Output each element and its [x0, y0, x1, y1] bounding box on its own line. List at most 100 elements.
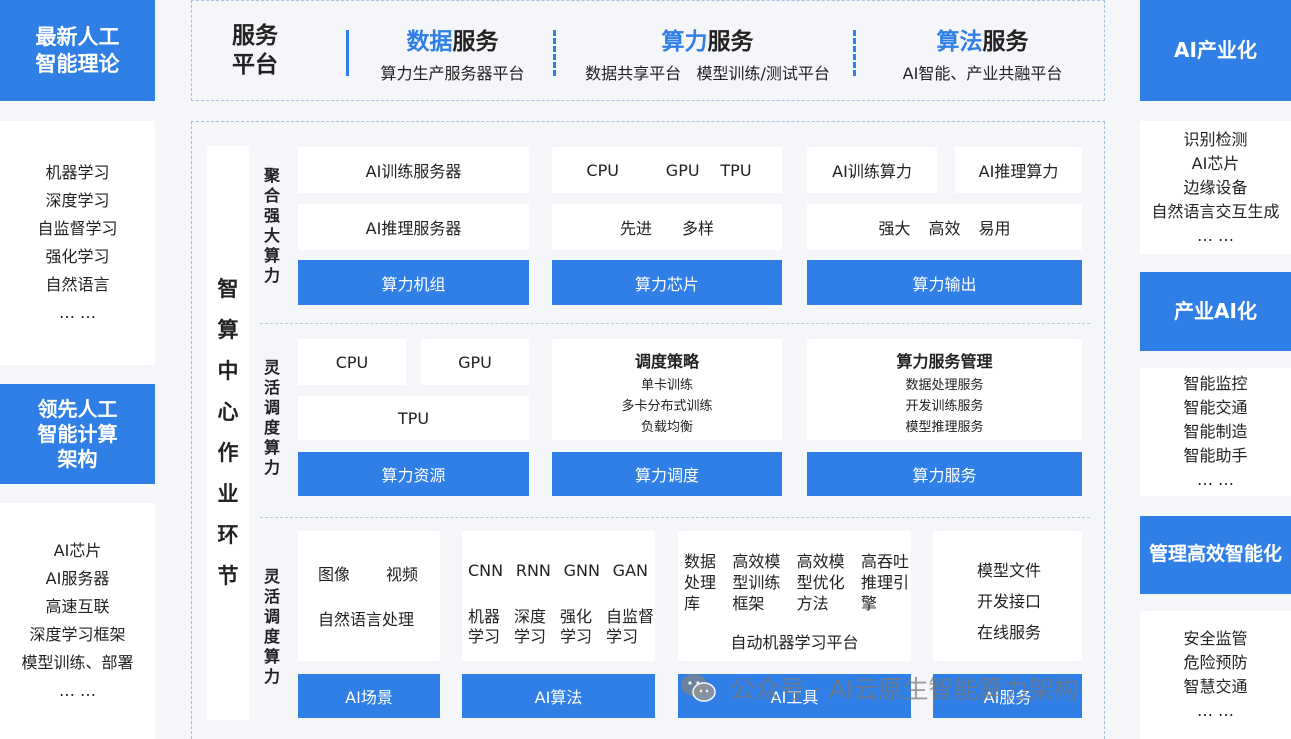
- vertical-title-char: 作: [217, 441, 239, 465]
- right-list-item: 边缘设备: [1183, 177, 1248, 197]
- tools-row: 数据 处理 库 高效模 型训练 框架 高效模 型优化 方法 高吞吐 推理引 擎: [684, 551, 909, 614]
- left-list-theory: 机器学习 深度学习 自监督学习 强化学习 自然语言 … …: [0, 121, 155, 365]
- tile-tpu: TPU: [298, 396, 529, 440]
- left-list-item: AI服务器: [45, 569, 110, 588]
- scheduling-title: 调度策略: [634, 352, 699, 371]
- card-ai-services: 模型文件 开发接口 在线服务: [933, 531, 1082, 661]
- left-list-item: AI芯片: [53, 541, 102, 560]
- row-label-char: 算: [263, 647, 280, 666]
- trait-diverse: 多样: [682, 219, 715, 238]
- row-label-char: 算: [263, 246, 280, 265]
- algorithm-service-accent: 算法: [936, 29, 983, 55]
- tile-ai-inference-server: AI推理服务器: [298, 204, 529, 250]
- right-list-item: 危险预防: [1183, 653, 1248, 672]
- vertical-title-char: 节: [217, 564, 239, 588]
- right-list-management: 安全监管 危险预防 智慧交通 … …: [1140, 611, 1291, 739]
- data-service-suffix: 服务: [452, 29, 499, 55]
- left-list-item: 深度学习: [45, 191, 110, 210]
- row-label-char: 力: [263, 458, 280, 477]
- tile-chip-types: CPU GPU TPU: [552, 147, 782, 193]
- watermark-text: 公众号 · AI云原生智能算力架构: [730, 675, 1079, 704]
- left-title-theory: 最新人工 智能理论: [0, 0, 155, 101]
- right-list-item: 智能助手: [1183, 446, 1248, 465]
- right-list-item: AI芯片: [1191, 153, 1240, 173]
- bar-ai-algorithm: AI算法: [462, 674, 655, 718]
- row-label-char: 灵: [263, 567, 280, 586]
- right-title-management: 管理高效智能化: [1140, 516, 1291, 594]
- left-list-architecture: AI芯片 AI服务器 高速互联 深度学习框架 模型训练、部署 … …: [0, 503, 155, 739]
- bar-ai-scene: AI场景: [298, 674, 440, 718]
- row-label-char: 算: [263, 438, 280, 457]
- algo-gnn: GNN: [563, 561, 600, 580]
- center-vertical-title: 智算中心作业环节: [207, 146, 249, 720]
- card-ai-scenes: 图像 视频 自然语言处理: [298, 531, 440, 661]
- service-mgmt-item: 模型推理服务: [905, 420, 984, 435]
- row-label-char: 灵: [263, 358, 280, 377]
- watermark: 公众号 · AI云原生智能算力架构: [680, 668, 1078, 708]
- bar-compute-unit: 算力机组: [298, 260, 529, 305]
- right-list-item: … …: [1196, 225, 1235, 245]
- vertical-title-char: 业: [217, 482, 239, 506]
- algo-gan: GAN: [612, 561, 648, 580]
- right-list-item: … …: [1196, 470, 1235, 489]
- compute-service-accent: 算力: [661, 29, 708, 55]
- tool-data-lib: 数据 处理 库: [684, 552, 717, 613]
- card-ai-algorithms: CNN RNN GNN GAN 机器 学习 深度 学习 强化 学习 自监督 学习: [462, 531, 655, 661]
- left-list-item: 自监督学习: [37, 219, 118, 238]
- scheduling-item: 多卡分布式训练: [621, 399, 713, 414]
- vertical-title-char: 环: [217, 523, 239, 547]
- algorithm-service-sub: AI智能、产业共融平台: [902, 64, 1063, 83]
- service-mgmt-title: 算力服务管理: [896, 352, 993, 371]
- right-title-ai-industrialization: AI产业化: [1140, 0, 1291, 101]
- vertical-title-char: 心: [217, 400, 239, 424]
- left-list-item: 模型训练、部署: [21, 653, 134, 672]
- tool-inference-engine: 高吞吐 推理引 擎: [860, 552, 909, 613]
- bar-compute-service: 算力服务: [807, 452, 1082, 496]
- algorithm-service-suffix: 服务: [982, 29, 1029, 55]
- row1-label: 聚合强大算力: [262, 166, 282, 286]
- tile-ai-training-server: AI训练服务器: [298, 147, 529, 193]
- svc-online: 在线服务: [977, 623, 1042, 642]
- tile-ai-training-compute: AI训练算力: [807, 147, 937, 193]
- right-list-item: 智能制造: [1183, 422, 1248, 441]
- left-list-item: 自然语言: [45, 275, 110, 294]
- row-label-char: 调: [263, 398, 280, 417]
- card-ai-tools: 数据 处理 库 高效模 型训练 框架 高效模 型优化 方法 高吞吐 推理引 擎 …: [678, 531, 911, 661]
- left-list-item: … …: [58, 303, 97, 322]
- scene-image: 图像: [318, 565, 351, 584]
- vertical-title-char: 算: [217, 318, 239, 342]
- right-list-industry-ai: 智能监控 智能交通 智能制造 智能助手 … …: [1140, 368, 1291, 496]
- scheduling-item: 单卡训练: [640, 378, 693, 393]
- chip-cpu: CPU: [586, 160, 619, 180]
- right-list-item: 安全监管: [1183, 629, 1248, 648]
- scheduling-item: 负载均衡: [640, 420, 693, 435]
- left-list-item: … …: [58, 681, 97, 700]
- left-title-architecture: 领先人工 智能计算 架构: [0, 384, 155, 484]
- row-label-char: 强: [263, 206, 280, 225]
- tile-ai-inference-compute: AI推理算力: [955, 147, 1082, 193]
- automl-platform: 自动机器学习平台: [730, 633, 859, 652]
- ai-services-list: 模型文件 开发接口 在线服务: [977, 555, 1041, 648]
- left-list-item: 机器学习: [45, 163, 110, 182]
- svc-model-file: 模型文件: [977, 561, 1042, 580]
- row-label-char: 力: [263, 667, 280, 686]
- row-label-char: 聚: [263, 166, 280, 185]
- algo-row-top: CNN RNN GNN GAN: [468, 561, 648, 580]
- algo-ssl: 自监督 学习: [605, 607, 654, 646]
- right-list-item: 识别检测: [1183, 129, 1248, 149]
- row-separator-2: [260, 517, 1090, 518]
- trait-strong: 强大: [878, 219, 911, 238]
- divider-dashed-1: [553, 30, 556, 76]
- algo-ml: 机器 学习: [468, 607, 501, 646]
- tool-training-framework: 高效模 型训练 框架: [732, 552, 781, 613]
- algo-rnn: RNN: [515, 561, 551, 580]
- left-list-item: 高速互联: [45, 597, 110, 616]
- algo-dl: 深度 学习: [513, 607, 546, 646]
- right-list-ai-industrialization: 识别检测 AI芯片边缘设备自然语言交互生成 … …: [1140, 121, 1291, 254]
- right-list-item: 智慧交通: [1183, 677, 1248, 696]
- bar-compute-output: 算力输出: [807, 260, 1082, 305]
- service-mgmt-item: 数据处理服务: [905, 378, 984, 393]
- vertical-title-char: 智: [217, 277, 239, 301]
- right-list-item: 自然语言交互生成: [1151, 201, 1280, 221]
- trait-advanced: 先进: [619, 219, 652, 238]
